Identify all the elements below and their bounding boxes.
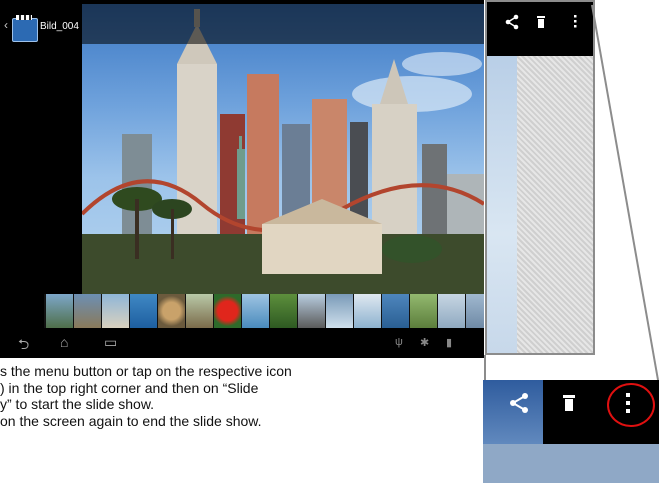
image-title: Bild_004 xyxy=(40,21,79,32)
trash-icon xyxy=(563,395,575,411)
back-icon[interactable]: ⮌ xyxy=(18,334,29,358)
battery-icon: ▮ xyxy=(446,337,453,349)
zoom-photo-fragment xyxy=(487,56,517,353)
thumbnail[interactable] xyxy=(214,294,241,328)
thumbnail[interactable] xyxy=(270,294,297,328)
instruction-line: ) in the top right corner and then on “S… xyxy=(0,379,259,396)
trash-icon xyxy=(537,16,545,28)
thumbnail[interactable] xyxy=(186,294,213,328)
thumbnail[interactable] xyxy=(410,294,437,328)
overflow-menu-icon xyxy=(574,15,577,28)
instruction-line: s the menu button or tap on the respecti… xyxy=(0,363,292,379)
zoom-action-bar xyxy=(487,2,593,56)
recent-apps-icon[interactable]: ▭ xyxy=(104,334,117,351)
instruction-text: s the menu button or tap on the respecti… xyxy=(0,363,475,429)
home-icon[interactable]: ⌂ xyxy=(60,334,68,350)
up-navigation-icon[interactable]: ‹ xyxy=(4,18,8,32)
android-debug-icon: ✱ xyxy=(420,337,430,349)
thumbnail[interactable] xyxy=(466,294,484,328)
share-icon xyxy=(505,14,519,30)
tablet-screen: ‹ Bild_004 ⮌ ⌂ ▭ ψ ✱ ▮ xyxy=(0,0,484,358)
thumbnail[interactable] xyxy=(242,294,269,328)
instruction-line: on the screen again to end the slide sho… xyxy=(0,412,262,429)
zoom-action-icons xyxy=(505,14,577,30)
thumbnail[interactable] xyxy=(74,294,101,328)
las-vegas-skyline-image xyxy=(82,9,484,294)
gallery-photo[interactable] xyxy=(82,4,484,294)
action-bar: ‹ Bild_004 xyxy=(0,4,484,44)
thumbnail[interactable] xyxy=(382,294,409,328)
thumbnail[interactable] xyxy=(130,294,157,328)
thumbnail[interactable] xyxy=(46,294,73,328)
thumbnail[interactable] xyxy=(354,294,381,328)
clapperboard-icon[interactable] xyxy=(12,15,38,42)
zoom-photo-fragment xyxy=(483,444,659,483)
usb-icon: ψ xyxy=(395,336,403,348)
thumbnail[interactable] xyxy=(158,294,185,328)
thumbnail[interactable] xyxy=(326,294,353,328)
highlight-circle xyxy=(607,383,655,427)
thumbnail[interactable] xyxy=(438,294,465,328)
zoomed-action-bar-detail xyxy=(483,380,659,483)
filmstrip[interactable] xyxy=(44,294,484,328)
thumbnail[interactable] xyxy=(298,294,325,328)
instruction-line: y” to start the slide show. xyxy=(0,396,155,412)
share-icon xyxy=(510,393,528,413)
thumbnail[interactable] xyxy=(102,294,129,328)
system-navigation-bar: ⮌ ⌂ ▭ ψ ✱ ▮ xyxy=(0,328,484,358)
zoom-column xyxy=(485,0,595,355)
